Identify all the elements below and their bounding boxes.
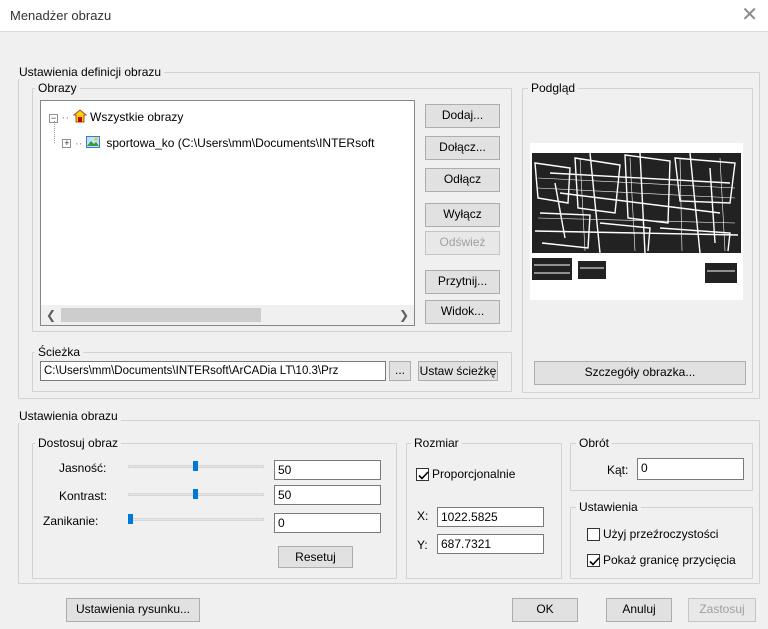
tree-root-label: Wszystkie obrazy — [90, 110, 184, 125]
tree-child-label: sportowa_ko (C:\Users\mm\Documents\INTER… — [106, 136, 375, 150]
fade-field[interactable]: 0 — [274, 513, 381, 533]
brightness-slider-thumb[interactable] — [193, 461, 198, 471]
contrast-field[interactable]: 50 — [274, 485, 381, 505]
view-button[interactable]: Widok... — [425, 300, 500, 324]
scroll-right-icon[interactable]: ❯ — [399, 307, 409, 323]
image-details-button[interactable]: Szczegóły obrazka... — [534, 361, 746, 385]
horizontal-scrollbar[interactable]: ❮ ❯ — [41, 305, 414, 325]
window-title: Menadżer obrazu — [10, 8, 112, 23]
clip-border-label: Pokaż granicę przycięcia — [603, 553, 736, 567]
tree-root-row[interactable]: − ·· Wszystkie obrazy — [49, 109, 183, 127]
image-file-icon — [86, 135, 101, 152]
contrast-label: Kontrast: — [59, 489, 108, 503]
detach-button[interactable]: Odłącz — [425, 168, 500, 192]
attach-button[interactable]: Dołącz... — [425, 136, 500, 160]
apply-button: Zastosuj — [688, 598, 756, 622]
browse-button[interactable]: ... — [389, 361, 411, 381]
transparency-check-icon[interactable] — [587, 528, 600, 542]
fade-slider-thumb[interactable] — [128, 514, 133, 524]
contrast-slider-thumb[interactable] — [193, 489, 198, 499]
brightness-label: Jasność: — [59, 461, 107, 475]
transparency-checkbox[interactable]: Użyj przeźroczystości — [587, 526, 718, 542]
y-label: Y: — [417, 538, 428, 552]
drawing-settings-button[interactable]: Ustawienia rysunku... — [66, 598, 200, 622]
tree-connector: ·· — [61, 110, 70, 125]
angle-field[interactable]: 0 — [637, 458, 744, 480]
fade-slider[interactable] — [128, 518, 264, 521]
expand-icon[interactable]: + — [62, 139, 72, 149]
size-group-label: Rozmiar — [411, 436, 462, 450]
path-field[interactable]: C:\Users\mm\Documents\INTERsoft\ArCADia … — [40, 361, 386, 381]
preview-drawing — [530, 143, 743, 300]
ok-button[interactable]: OK — [512, 598, 578, 622]
preview-group-label: Podgląd — [528, 81, 579, 95]
title-bar: Menadżer obrazu ✕ — [0, 0, 768, 32]
tree-connector: ·· — [74, 136, 83, 150]
brightness-field[interactable]: 50 — [274, 460, 381, 480]
rotation-group-label: Obrót — [576, 436, 613, 450]
cancel-button[interactable]: Anuluj — [606, 598, 672, 622]
reload-button: Odśwież — [425, 231, 500, 255]
proportional-checkbox[interactable]: Proporcjonalnie — [416, 466, 515, 482]
reset-button[interactable]: Resetuj — [278, 546, 353, 568]
proportional-label: Proporcjonalnie — [432, 467, 516, 481]
clip-button[interactable]: Przytnij... — [425, 270, 500, 294]
path-group-label: Ścieżka — [35, 345, 84, 359]
fade-label: Zanikanie: — [43, 514, 99, 528]
unload-button[interactable]: Wyłącz — [425, 203, 500, 227]
scroll-thumb[interactable] — [61, 308, 261, 322]
image-preview — [530, 143, 743, 300]
images-group-label: Obrazy — [35, 81, 80, 95]
x-field[interactable]: 1022.5825 — [437, 507, 544, 527]
settings-group-label: Ustawienia — [576, 500, 641, 514]
proportional-check-icon[interactable] — [416, 468, 429, 482]
angle-label: Kąt: — [607, 463, 629, 477]
x-label: X: — [417, 509, 429, 523]
clip-border-check-icon[interactable] — [587, 554, 600, 568]
transparency-label: Użyj przeźroczystości — [603, 527, 719, 541]
images-tree[interactable]: − ·· Wszystkie obrazy + ·· sportowa_ko (… — [40, 100, 415, 326]
image-settings-group-label: Ustawienia obrazu — [16, 409, 121, 423]
clip-border-checkbox[interactable]: Pokaż granicę przycięcia — [587, 552, 736, 568]
y-field[interactable]: 687.7321 — [437, 534, 544, 554]
definition-group-label: Ustawienia definicji obrazu — [16, 65, 165, 79]
set-path-button[interactable]: Ustaw ścieżkę — [418, 361, 498, 381]
tree-child-row[interactable]: + ·· sportowa_ko (C:\Users\mm\Documents\… — [49, 135, 374, 152]
scroll-left-icon[interactable]: ❮ — [46, 307, 56, 323]
close-icon[interactable]: ✕ — [741, 4, 758, 26]
adjust-image-group-label: Dostosuj obraz — [35, 436, 122, 450]
add-button[interactable]: Dodaj... — [425, 104, 500, 128]
all-images-icon — [72, 109, 88, 127]
